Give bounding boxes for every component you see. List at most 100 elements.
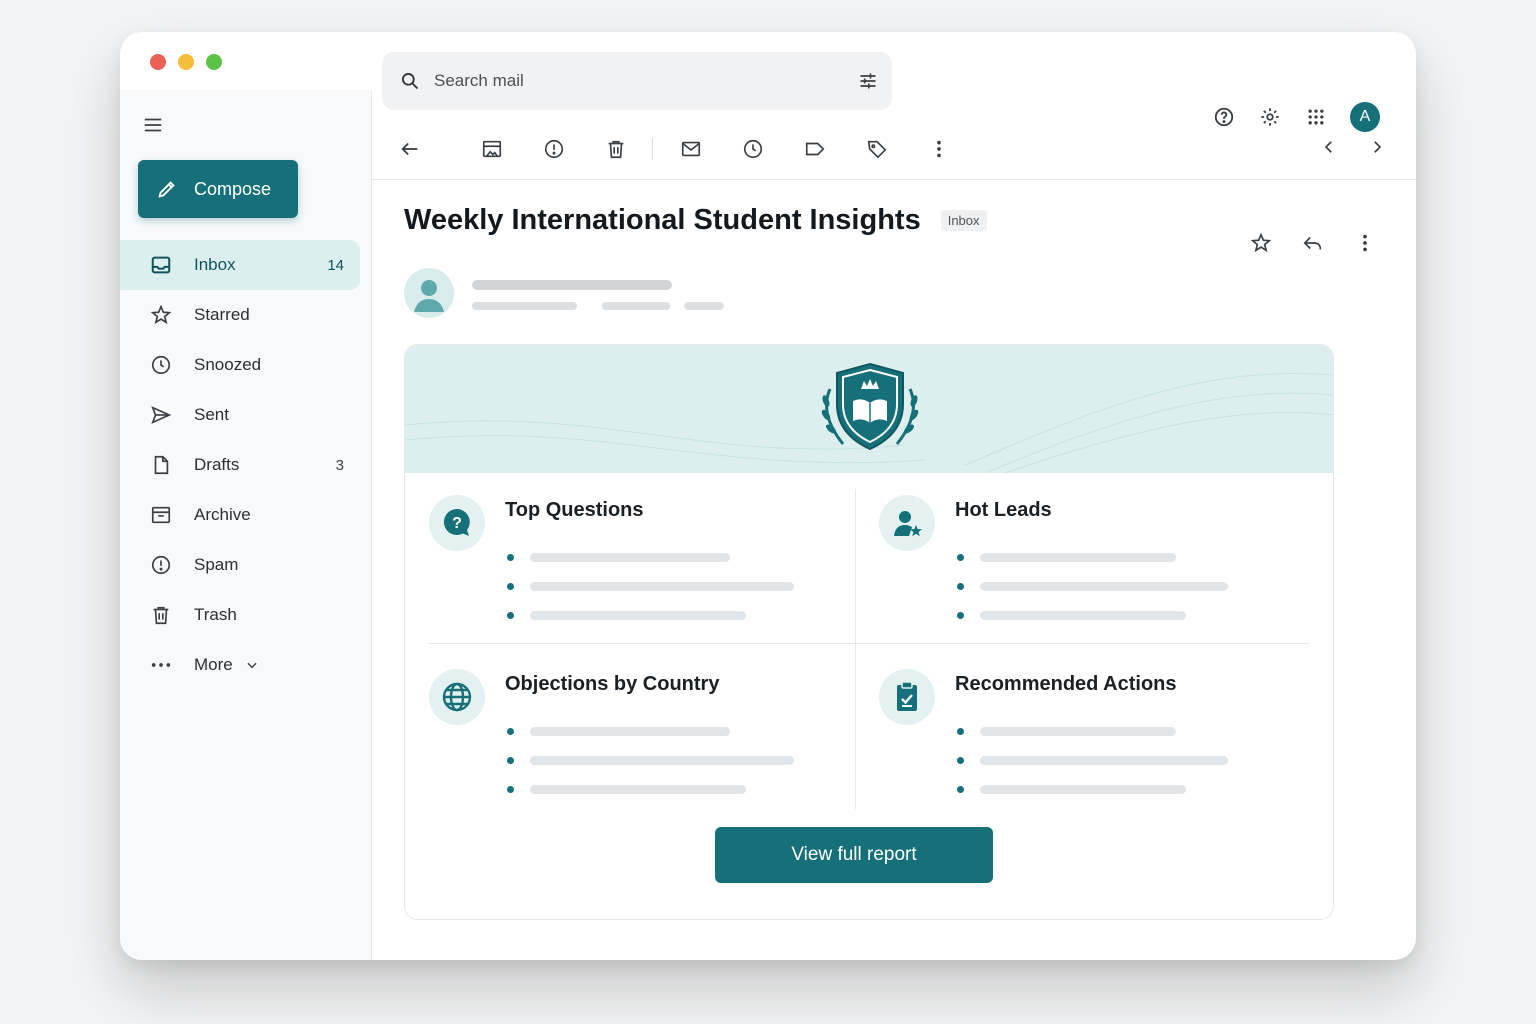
snooze-clock-icon[interactable] — [741, 137, 765, 161]
message-subject: Weekly International Student Insights In… — [404, 204, 987, 237]
search-input[interactable] — [434, 71, 814, 91]
sidebar-item-label: Drafts — [194, 455, 240, 474]
delete-icon[interactable] — [604, 137, 628, 161]
list-item — [507, 543, 794, 572]
inbox-icon — [150, 254, 172, 276]
trash-icon — [150, 604, 172, 626]
move-to-label-icon[interactable] — [803, 137, 827, 161]
section-hot-leads: Hot Leads — [855, 477, 1305, 645]
compose-button[interactable]: Compose — [138, 160, 298, 218]
section-title: Objections by Country — [505, 673, 720, 695]
sidebar-item-label: More — [194, 655, 233, 674]
search-options-icon[interactable] — [858, 71, 878, 91]
maximize-window-button[interactable] — [206, 54, 222, 70]
report-spam-icon[interactable] — [542, 137, 566, 161]
date-placeholder — [684, 302, 724, 310]
tag-icon[interactable] — [865, 137, 889, 161]
sidebar-item-archive[interactable]: Archive — [120, 490, 360, 540]
search-icon — [402, 73, 419, 90]
star-icon[interactable] — [1250, 232, 1272, 254]
bullet-list — [507, 543, 794, 630]
search-bar[interactable] — [382, 52, 892, 110]
bullet-list — [957, 717, 1228, 804]
draft-count: 3 — [335, 456, 344, 474]
send-icon — [150, 404, 172, 426]
message-actions — [1250, 232, 1376, 254]
sidebar-item-starred[interactable]: Starred — [120, 290, 360, 340]
section-top-questions: ? Top Questions — [405, 477, 855, 645]
list-item — [507, 572, 794, 601]
sidebar-item-label: Sent — [194, 405, 229, 424]
spam-icon — [150, 554, 172, 576]
sidebar-item-label: Spam — [194, 555, 239, 574]
archive-icon — [150, 504, 172, 526]
sidebar-item-spam[interactable]: Spam — [120, 540, 360, 590]
window-controls — [150, 54, 222, 70]
sender-name-placeholder — [472, 280, 672, 290]
mark-unread-icon[interactable] — [679, 137, 703, 161]
back-arrow-icon[interactable] — [398, 137, 422, 161]
minimize-window-button[interactable] — [178, 54, 194, 70]
section-title: Hot Leads — [955, 499, 1052, 521]
chevron-down-icon — [247, 662, 257, 669]
recipient-placeholder — [602, 302, 670, 310]
close-window-button[interactable] — [150, 54, 166, 70]
more-vert-icon[interactable] — [1354, 232, 1376, 254]
globe-icon — [429, 669, 485, 725]
list-item — [957, 601, 1228, 630]
compose-label: Compose — [194, 178, 272, 199]
sidebar-item-label: Archive — [194, 505, 251, 524]
toolbar-divider — [652, 137, 653, 160]
section-recommended-actions: Recommended Actions — [855, 651, 1305, 819]
sender-email-placeholder — [472, 302, 577, 310]
clipboard-check-icon — [879, 669, 935, 725]
list-item — [957, 717, 1228, 746]
section-title: Recommended Actions — [955, 673, 1177, 695]
sidebar-item-label: Inbox — [194, 255, 236, 274]
draft-icon — [150, 454, 172, 476]
question-bubble-icon: ? — [429, 495, 485, 551]
sidebar-item-snoozed[interactable]: Snoozed — [120, 340, 360, 390]
unread-count: 14 — [327, 256, 344, 274]
reply-icon[interactable] — [1302, 232, 1324, 254]
more-vert-icon[interactable] — [927, 137, 951, 161]
inbox-label-chip[interactable]: Inbox — [940, 210, 987, 231]
sidebar-nav: Inbox 14 Starred Snoozed Sent Drafts 3 A… — [120, 240, 360, 690]
report-card: ? Top Questions Hot Leads Objections by … — [404, 344, 1334, 920]
view-full-report-button[interactable]: View full report — [715, 827, 993, 883]
list-item — [507, 717, 794, 746]
svg-text:?: ? — [452, 515, 462, 532]
university-crest-icon — [821, 362, 919, 451]
list-item — [507, 601, 794, 630]
sidebar-item-drafts[interactable]: Drafts 3 — [120, 440, 360, 490]
message-view: Weekly International Student Insights In… — [372, 180, 1416, 960]
app-window: A Compose Inbox 14 Starred Snoozed — [120, 32, 1416, 960]
user-star-icon — [879, 495, 935, 551]
message-toolbar — [372, 118, 1416, 180]
pagination — [1320, 138, 1386, 156]
sender-avatar[interactable] — [404, 268, 454, 318]
list-item — [957, 775, 1228, 804]
list-item — [507, 775, 794, 804]
pencil-icon — [158, 181, 175, 198]
sidebar-item-label: Starred — [194, 305, 250, 324]
chevron-right-icon[interactable] — [1368, 138, 1386, 156]
list-item — [957, 572, 1228, 601]
subject-text: Weekly International Student Insights — [404, 204, 921, 236]
sidebar-item-trash[interactable]: Trash — [120, 590, 360, 640]
sidebar-item-label: Snoozed — [194, 355, 262, 374]
archive-icon[interactable] — [480, 137, 504, 161]
sidebar-item-sent[interactable]: Sent — [120, 390, 360, 440]
section-objections-by-country: Objections by Country — [405, 651, 855, 819]
list-item — [957, 746, 1228, 775]
bullet-list — [507, 717, 794, 804]
list-item — [507, 746, 794, 775]
section-title: Top Questions — [505, 499, 644, 521]
sidebar-item-inbox[interactable]: Inbox 14 — [120, 240, 360, 290]
menu-icon[interactable] — [142, 114, 164, 136]
sidebar-item-more[interactable]: More — [120, 640, 360, 690]
sidebar-item-label: Trash — [194, 605, 237, 624]
list-item — [957, 543, 1228, 572]
chevron-left-icon[interactable] — [1320, 138, 1338, 156]
sidebar: Compose Inbox 14 Starred Snoozed Sent Dr… — [120, 90, 372, 960]
